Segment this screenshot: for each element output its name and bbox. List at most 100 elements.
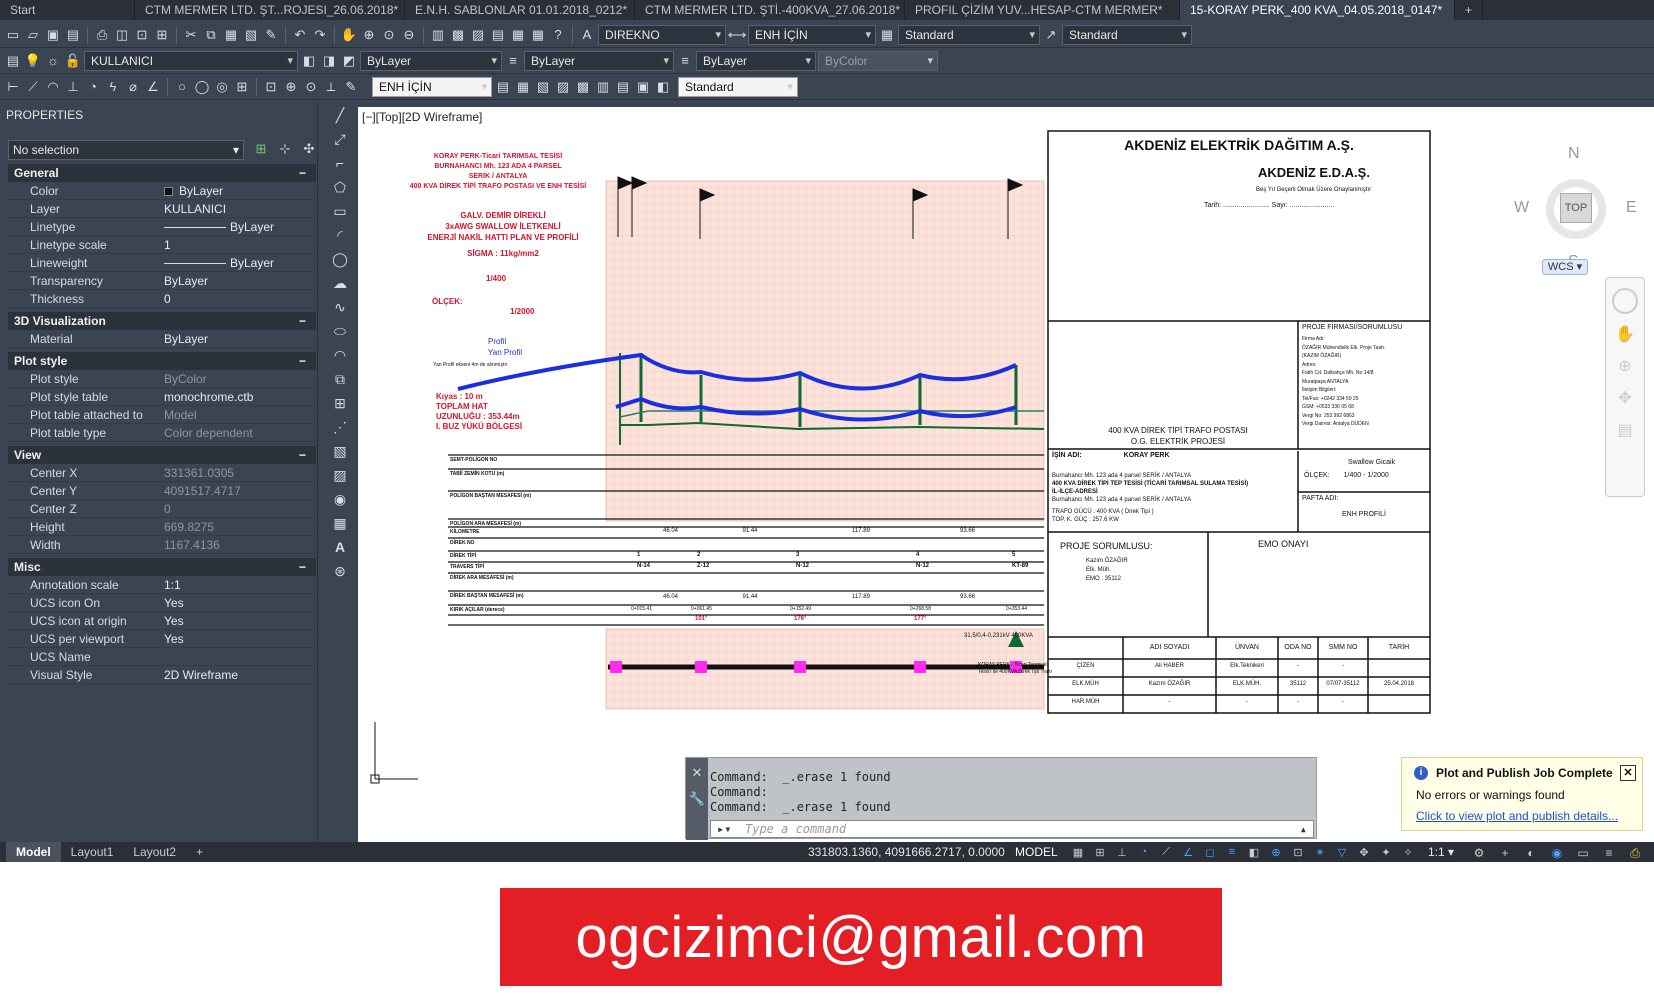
zoom-realtime-icon[interactable]: ⊕ xyxy=(360,26,378,44)
aligned-dim-icon[interactable]: ⟋ xyxy=(24,78,42,96)
toggle-pickadd-icon[interactable]: ⊞ xyxy=(252,140,270,158)
layout-tab-layout1[interactable]: Layout1 xyxy=(61,842,124,862)
orbit-nav-icon[interactable]: ✥ xyxy=(1614,388,1636,410)
help-icon[interactable]: ? xyxy=(549,26,567,44)
model-space-toggle[interactable]: MODEL xyxy=(1015,842,1058,862)
collapse-icon[interactable]: − xyxy=(299,312,306,330)
dim-style-dropdown[interactable]: ENH İÇİN xyxy=(748,24,876,45)
prop-value[interactable]: Yes xyxy=(158,612,316,629)
tolerance-icon[interactable]: ⊡ xyxy=(262,78,280,96)
table-style-dropdown[interactable]: Standard xyxy=(898,24,1040,45)
layout-tab-model[interactable]: Model xyxy=(6,842,61,862)
prop-value[interactable]: ByLayer xyxy=(158,218,316,235)
prop-value[interactable]: monochrome.ctb xyxy=(158,388,316,405)
ortho-icon[interactable]: ⊥ xyxy=(1114,844,1130,860)
paste-block-icon[interactable]: ▧ xyxy=(242,26,260,44)
prop-value[interactable]: 669.8275 xyxy=(158,518,316,535)
command-input[interactable]: ▸▾ Type a command ▴ xyxy=(710,820,1314,838)
layer-properties-icon[interactable]: ▤ xyxy=(4,52,22,70)
clean-screen-icon[interactable]: ▭ xyxy=(1574,844,1592,862)
layout-icon-4[interactable]: ▩ xyxy=(574,78,592,96)
lineweight-dropdown[interactable]: ByLayer xyxy=(696,50,816,71)
layout-icon-5[interactable]: ▥ xyxy=(594,78,612,96)
tab-file-koray-perk[interactable]: 15-KORAY PERK_400 KVA_04.05.2018_0147* xyxy=(1180,0,1455,20)
circle-3-icon[interactable]: ◎ xyxy=(213,78,231,96)
customization-icon[interactable]: ≡ xyxy=(1600,844,1618,862)
prop-row-plot-table-type[interactable]: Plot table type Color dependent xyxy=(8,424,316,442)
prop-row-plot-style-table[interactable]: Plot style table monochrome.ctb xyxy=(8,388,316,406)
prop-value[interactable] xyxy=(158,648,316,665)
command-prompt-icon[interactable]: ▸▾ xyxy=(717,821,731,837)
prop-row-ucs-per-viewport[interactable]: UCS per viewport Yes xyxy=(8,630,316,648)
jog-line-icon[interactable]: ⟂ xyxy=(322,78,340,96)
dynamic-ucs-icon[interactable]: ⚹ xyxy=(1312,844,1328,860)
prop-row-center-x[interactable]: Center X 331361.0305 xyxy=(8,464,316,482)
viewcube-west[interactable]: W xyxy=(1514,199,1529,217)
3d-osnap-icon[interactable]: ⊡ xyxy=(1290,844,1306,860)
prop-value[interactable]: Model xyxy=(158,406,316,423)
transparency-icon[interactable]: ◧ xyxy=(1246,844,1262,860)
notification-close-button[interactable]: ✕ xyxy=(1620,765,1636,781)
prop-row-visual-style[interactable]: Visual Style 2D Wireframe xyxy=(8,666,316,684)
mleader-style-icon[interactable]: ↗ xyxy=(1042,26,1060,44)
design-center-icon[interactable]: ▩ xyxy=(449,26,467,44)
viewcube-top-face[interactable]: TOP xyxy=(1560,193,1592,223)
region-icon[interactable]: ◉ xyxy=(329,488,351,510)
prop-value[interactable]: 0 xyxy=(158,290,316,307)
undo-icon[interactable]: ↶ xyxy=(291,26,309,44)
print-status-icon[interactable]: ⎙ xyxy=(1626,844,1644,862)
save-as-icon[interactable]: ▤ xyxy=(64,26,82,44)
pan-icon[interactable]: ✋ xyxy=(340,26,358,44)
circle-2-icon[interactable]: ◯ xyxy=(193,78,211,96)
ordinate-icon[interactable]: ⊥ xyxy=(64,78,82,96)
mleader-style-dropdown[interactable]: Standard xyxy=(1062,24,1192,45)
layout-icon-7[interactable]: ▣ xyxy=(634,78,652,96)
layer-lock-icon[interactable]: 🔓 xyxy=(64,52,82,70)
lineweight-icon[interactable]: ≡ xyxy=(676,52,694,70)
prop-row-plot-style[interactable]: Plot style ByColor xyxy=(8,370,316,388)
collapse-icon[interactable]: − xyxy=(299,446,306,464)
section-viz3d[interactable]: 3D Visualization − xyxy=(8,312,316,330)
open-icon[interactable]: ▱ xyxy=(24,26,42,44)
prop-row-ucs-name[interactable]: UCS Name xyxy=(8,648,316,666)
construction-line-icon[interactable]: ⤢ xyxy=(329,128,351,150)
redo-icon[interactable]: ↷ xyxy=(311,26,329,44)
add-icon[interactable]: + xyxy=(1496,844,1514,862)
layout-icon-2[interactable]: ▧ xyxy=(534,78,552,96)
annotation-scale[interactable]: 1:1 ▾ xyxy=(1428,842,1454,862)
ellipse-arc-icon[interactable]: ◠ xyxy=(329,344,351,366)
prop-value[interactable]: ByColor xyxy=(158,370,316,387)
prop-row-layer[interactable]: Layer KULLANICI xyxy=(8,200,316,218)
prop-value[interactable]: Color dependent xyxy=(158,424,316,441)
arc-length-icon[interactable]: ◠ xyxy=(44,78,62,96)
prop-value[interactable]: 1167.4136 xyxy=(158,536,316,553)
match-properties-icon[interactable]: ✎ xyxy=(262,26,280,44)
make-block-icon[interactable]: ⊞ xyxy=(329,392,351,414)
publish-icon[interactable]: ⊡ xyxy=(133,26,151,44)
tab-file-sablonlar[interactable]: E.N.H. SABLONLAR 01.01.2018_0212* xyxy=(405,0,635,20)
cut-icon[interactable]: ✂ xyxy=(182,26,200,44)
lineweight-status-icon[interactable]: ≡ xyxy=(1224,844,1240,860)
tab-file-ctm-400kva[interactable]: CTM MERMER LTD. ŞTİ.-400KVA_27.06.2018* xyxy=(635,0,905,20)
ellipse-icon[interactable]: ⬭ xyxy=(329,320,351,342)
prop-row-height[interactable]: Height 669.8275 xyxy=(8,518,316,536)
add-selected-icon[interactable]: ⊛ xyxy=(329,560,351,582)
prop-value[interactable]: 2D Wireframe xyxy=(158,666,316,683)
prop-row-transparency[interactable]: Transparency ByLayer xyxy=(8,272,316,290)
quick-dim-icon[interactable]: ⊞ xyxy=(233,78,251,96)
inspect-icon[interactable]: ⊙ xyxy=(302,78,320,96)
gizmo-icon[interactable]: ✥ xyxy=(1356,844,1372,860)
prop-row-ucs-icon-at-origin[interactable]: UCS icon at origin Yes xyxy=(8,612,316,630)
tab-start[interactable]: Start xyxy=(0,0,135,20)
prop-row-linetype[interactable]: Linetype ByLayer xyxy=(8,218,316,236)
prop-value[interactable]: ByLayer xyxy=(158,330,316,347)
text-style-dropdown[interactable]: DIREKNO xyxy=(598,24,726,45)
layer-freeze-icon[interactable]: ☼ xyxy=(44,52,62,70)
wcs-menu[interactable]: WCS ▾ xyxy=(1542,259,1588,275)
paste-icon[interactable]: ▦ xyxy=(222,26,240,44)
standard-dropdown[interactable]: Standard xyxy=(678,76,798,97)
tool-palettes-icon[interactable]: ▨ xyxy=(469,26,487,44)
polar-icon[interactable]: ◔ xyxy=(1136,844,1152,860)
command-history-icon[interactable]: ▴ xyxy=(1300,821,1307,837)
isolate-objects-icon[interactable]: ◐ xyxy=(1522,844,1540,862)
